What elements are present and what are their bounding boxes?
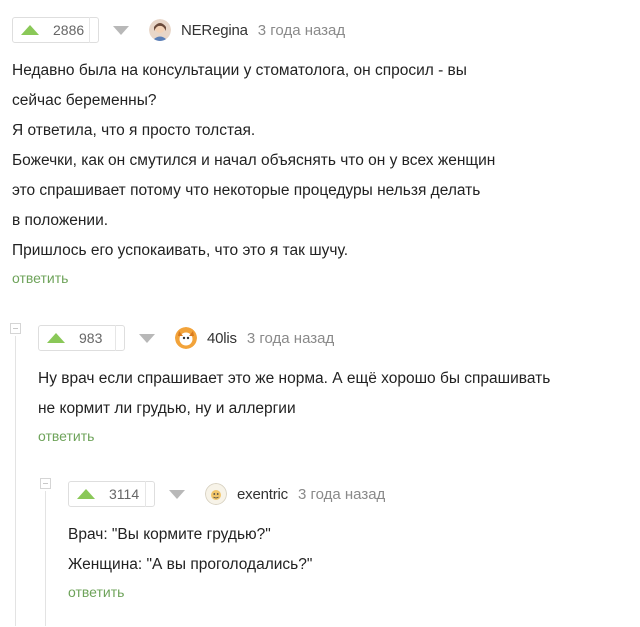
comment-line: не кормит ли грудью, ну и аллергии [38,400,296,417]
upvote-icon[interactable] [77,489,95,499]
vote-divider [145,481,146,507]
vote-box: 983 [38,325,125,351]
vote-box: 3114 [68,481,155,507]
comment-text: Врач: "Вы кормите грудью?" Женщина: "А в… [68,520,636,580]
collapse-toggle[interactable] [40,478,51,489]
avatar[interactable] [205,483,227,505]
timestamp[interactable]: 3 года назад [298,486,385,503]
comment-line: Женщина: "А вы проголодались?" [68,556,313,573]
downvote-icon[interactable] [139,333,155,343]
comment-text: Недавно была на консультации у стоматоло… [12,56,632,266]
avatar[interactable] [149,19,171,41]
reply-link[interactable]: ответить [38,428,636,444]
comment: 983 40lis 3 года назад Ну врач если спра… [38,322,636,444]
comment-header: 3114 exentric 3 года назад [68,478,636,510]
vote-count: 2886 [53,22,85,38]
vote-divider [89,17,90,43]
comment-header: 983 40lis 3 года назад [38,322,636,354]
avatar[interactable] [175,327,197,349]
upvote-icon[interactable] [47,333,65,343]
vote-count: 3114 [109,486,140,502]
thread-line[interactable] [45,491,46,626]
collapse-toggle[interactable] [10,323,21,334]
upvote-icon[interactable] [21,25,39,35]
thread-line[interactable] [15,336,16,626]
username[interactable]: NERegina [181,22,248,39]
comment: 2886 NERegina 3 года назад Недавно была … [12,14,632,286]
comment-line: сейчас беременны? [12,92,157,109]
comment-line: Недавно была на консультации у стоматоло… [12,62,467,79]
comment-text: Ну врач если спрашивает это же норма. А … [38,364,636,424]
downvote-icon[interactable] [169,489,185,499]
vote-box: 2886 [12,17,99,43]
comment-line: Я ответила, что я просто толстая. [12,122,256,139]
comment-line: Ну врач если спрашивает это же норма. А … [38,370,551,387]
comment-line: Врач: "Вы кормите грудью?" [68,526,271,543]
comment-line: это спрашивает потому что некоторые проц… [12,182,481,199]
timestamp[interactable]: 3 года назад [247,330,334,347]
comment-line: в положении. [12,212,109,229]
comment: 3114 exentric 3 года назад Врач: "Вы кор… [68,478,636,600]
vote-divider [115,325,116,351]
reply-link[interactable]: ответить [12,270,632,286]
username[interactable]: exentric [237,486,288,503]
comment-line: Пришлось его успокаивать, что это я так … [12,242,348,259]
timestamp[interactable]: 3 года назад [258,22,345,39]
comment-line: Божечки, как он смутился и начал объясня… [12,152,496,169]
downvote-icon[interactable] [113,25,129,35]
vote-count: 983 [79,330,103,346]
reply-link[interactable]: ответить [68,584,636,600]
username[interactable]: 40lis [207,330,237,347]
comment-header: 2886 NERegina 3 года назад [12,14,632,46]
